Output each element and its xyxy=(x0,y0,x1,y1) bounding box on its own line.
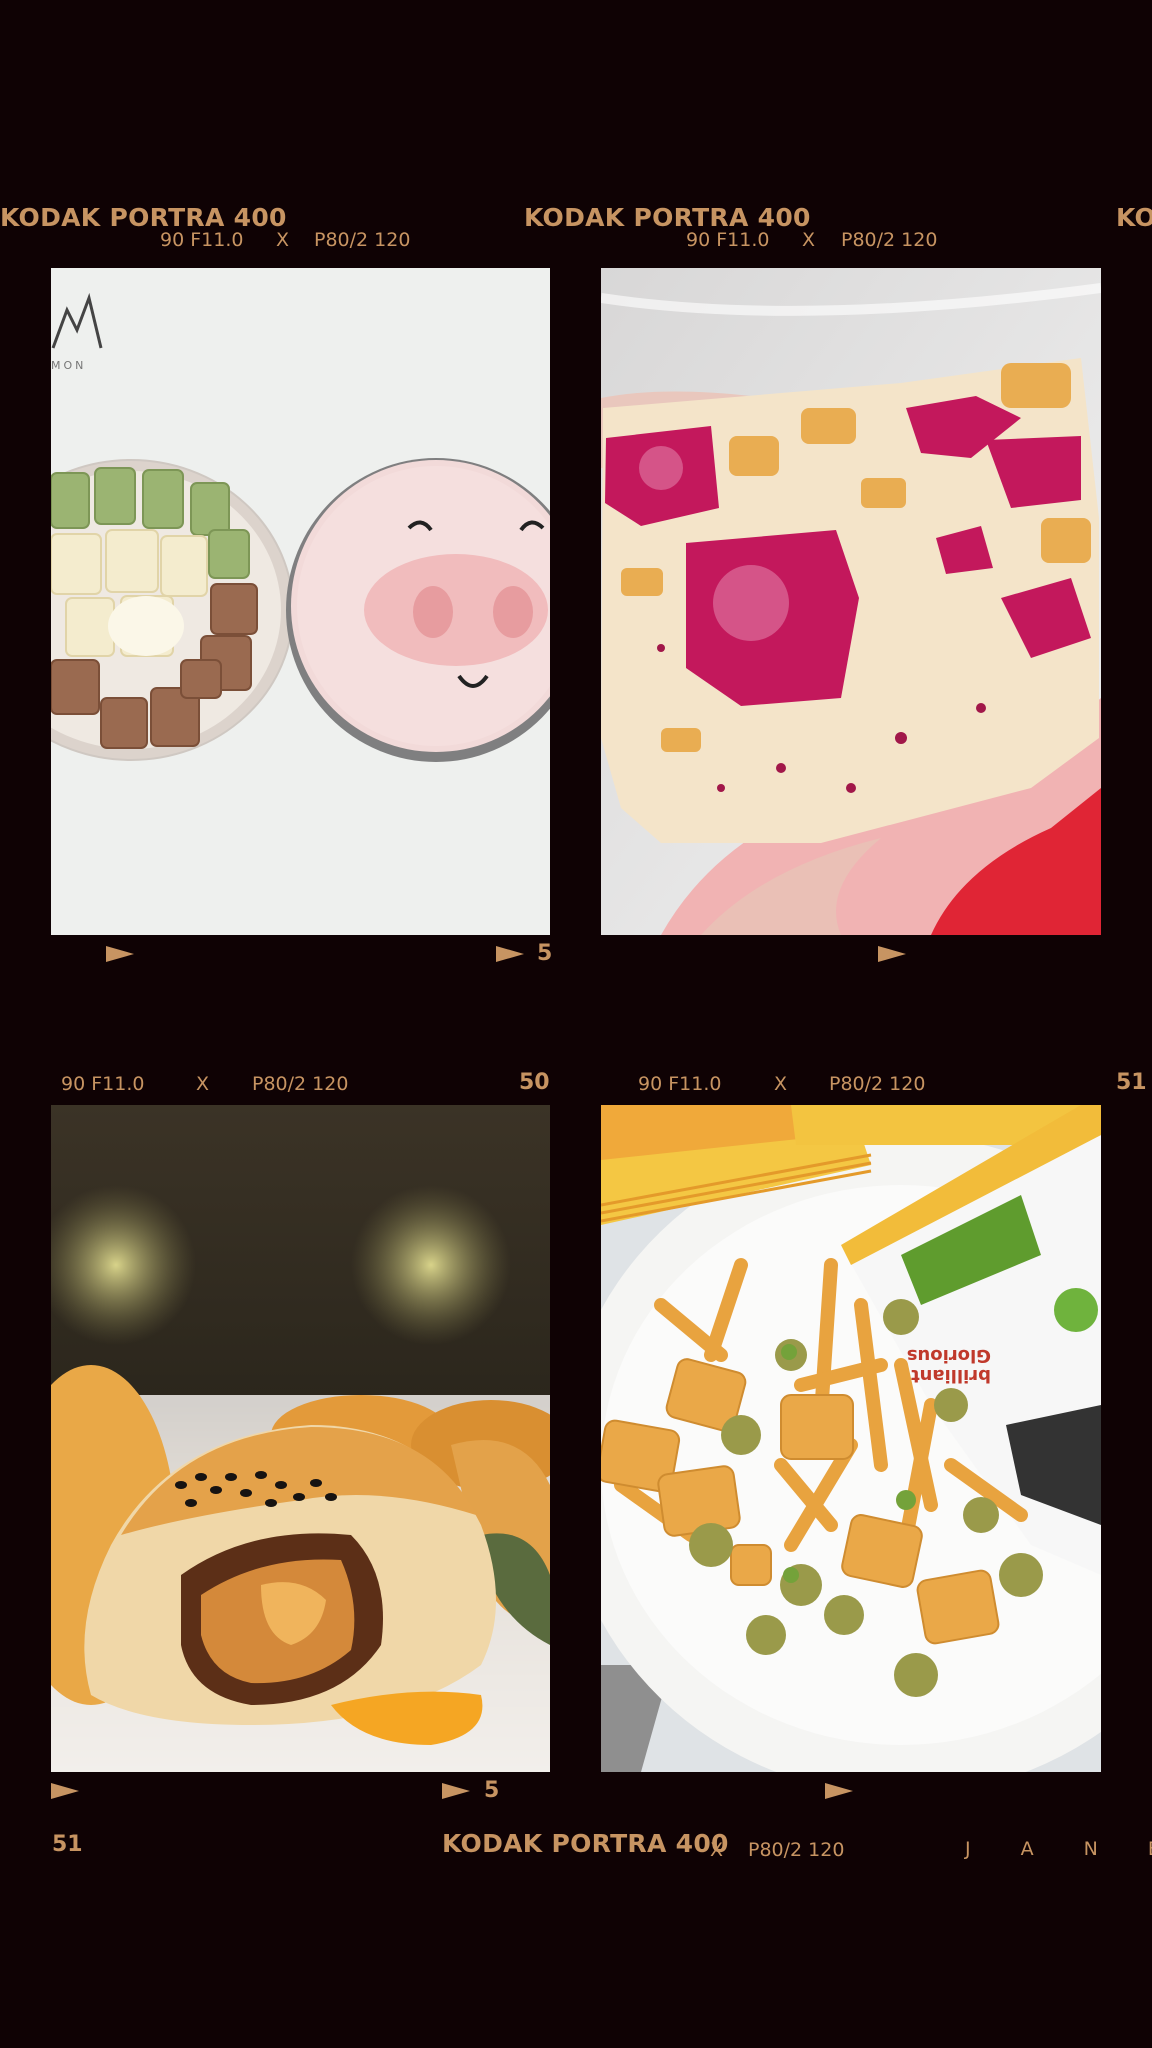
film-code-separator: X xyxy=(802,229,816,251)
frame-number: 5 xyxy=(484,1778,500,1803)
photo-egg-yolk-pastry xyxy=(51,1105,550,1772)
film-code-separator: X xyxy=(774,1073,788,1095)
film-brand-label: KODAK PORTRA 400 xyxy=(524,203,811,232)
signature-text: J A N E xyxy=(965,1838,1152,1860)
photo-purple-cake xyxy=(601,268,1101,935)
film-code-label: P80/2 120 xyxy=(748,1839,845,1861)
film-code-separator: X xyxy=(196,1073,210,1095)
film-code-label: P80/2 120 xyxy=(252,1073,349,1095)
film-code-label: 90 F11.0 xyxy=(686,229,770,251)
film-code-label: P80/2 120 xyxy=(829,1073,926,1095)
frame-arrow-marker xyxy=(878,946,906,962)
film-brand-label: KODAK PORTRA 400 xyxy=(442,1829,729,1858)
film-code-label: P80/2 120 xyxy=(841,229,938,251)
film-code-label: 90 F11.0 xyxy=(160,229,244,251)
frame-arrow-marker xyxy=(51,1783,79,1799)
film-code-separator: X xyxy=(276,229,290,251)
frame-arrow-marker xyxy=(106,946,134,962)
photo-snack-mix: Glorious brilliant xyxy=(601,1105,1101,1772)
frame-number: 51 xyxy=(52,1832,83,1857)
film-brand-label: KODAK PORTRA 400 xyxy=(0,203,287,232)
film-code-separator: X xyxy=(710,1839,724,1861)
photo-cookie-tin: MON xyxy=(51,268,550,935)
frame-arrow-marker xyxy=(442,1783,470,1799)
film-code-label: 90 F11.0 xyxy=(638,1073,722,1095)
bag-text: Glorious xyxy=(907,1345,991,1366)
frame-arrow-marker xyxy=(496,946,524,962)
film-code-label: P80/2 120 xyxy=(314,229,411,251)
frame-number: 5 xyxy=(537,941,553,966)
frame-arrow-marker xyxy=(825,1783,853,1799)
film-brand-label-partial: KO xyxy=(1116,203,1152,232)
logo-text: MON xyxy=(51,359,86,372)
frame-number: 51 xyxy=(1116,1070,1147,1095)
frame-number: 50 xyxy=(519,1070,550,1095)
bag-text: brilliant xyxy=(911,1365,991,1386)
film-code-label: 90 F11.0 xyxy=(61,1073,145,1095)
